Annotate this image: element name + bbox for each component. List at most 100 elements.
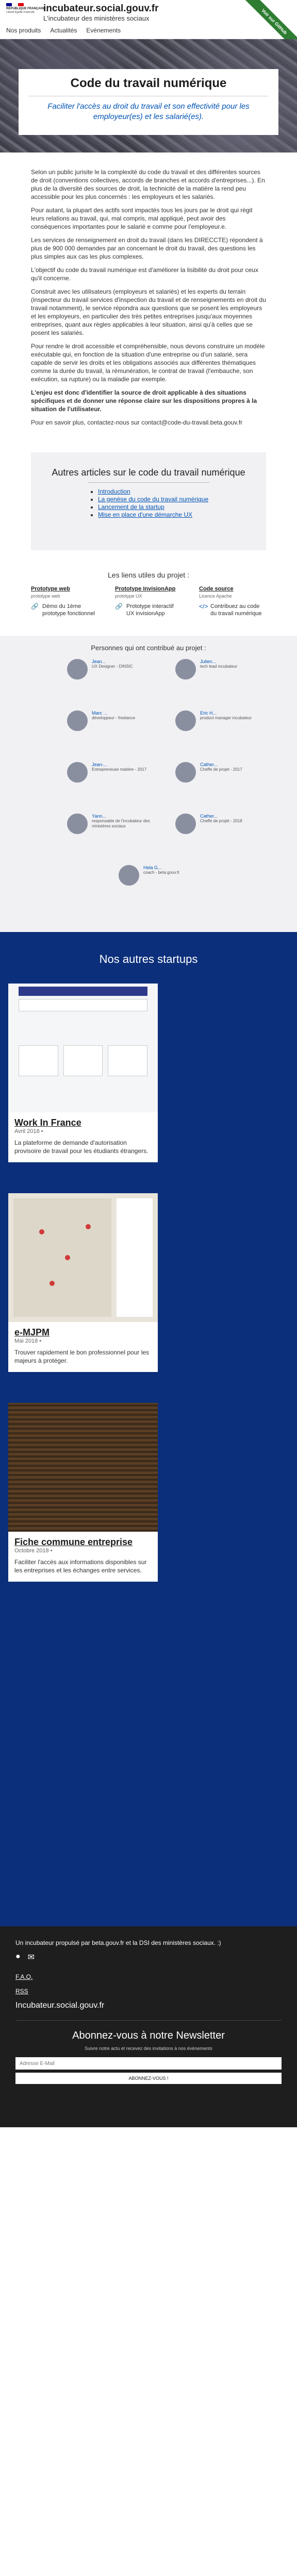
- link-icon: 🔗: [31, 603, 39, 610]
- useful-links: Les liens utiles du projet : Prototype w…: [0, 561, 297, 628]
- page-title: Code du travail numérique: [70, 76, 227, 90]
- contributor-role: product manager incubateur: [200, 716, 252, 720]
- contributor-name[interactable]: Marc ...: [92, 710, 135, 716]
- startup-title[interactable]: e-MJPM: [14, 1327, 152, 1338]
- contributor-name[interactable]: Jean-...: [92, 762, 146, 767]
- avatar: [67, 710, 88, 731]
- contributors-title: Personnes qui ont contribué au projet :: [91, 644, 206, 652]
- subscribe-button[interactable]: ABONNEZ-VOUS !: [15, 2073, 282, 2084]
- intro-paragraph: Pour autant, la plupart des actifs sont …: [31, 207, 253, 230]
- footer-site: Incubateur.social.gouv.fr: [15, 2001, 105, 2010]
- nav-produits[interactable]: Nos produits: [6, 27, 41, 34]
- contributor-card[interactable]: Cather... Cheffe de projet - 2018: [175, 814, 263, 859]
- startups-title: Nos autres startups: [99, 953, 198, 965]
- contributor-card[interactable]: Julien... tech lead incubateur: [175, 659, 263, 704]
- site-footer: Un incubateur propulsé par beta.gouv.fr …: [0, 1926, 297, 2127]
- site-header: RÉPUBLIQUE FRANÇAISE Liberté Égalité Fra…: [0, 0, 297, 58]
- intro-paragraph: L'enjeu est donc d'identifier la source …: [31, 389, 257, 413]
- contributor-name[interactable]: Eric H...: [200, 710, 252, 716]
- republique-logo[interactable]: RÉPUBLIQUE FRANÇAISE Liberté Égalité Fra…: [6, 3, 45, 23]
- articles-title: Autres articles sur le code du travail n…: [52, 467, 245, 478]
- contributor-role: UX Designer - DINSIC: [92, 664, 133, 669]
- tool-desc: Démo du 1ème prototype fonctionnel: [42, 603, 95, 617]
- contact-paragraph[interactable]: Pour en savoir plus, contactez-nous sur …: [31, 418, 266, 427]
- tool-card[interactable]: Prototype web prototype web 🔗 Démo du 1èm…: [31, 585, 98, 617]
- contributor-role: développeur - freelance: [92, 716, 136, 720]
- contributor-card[interactable]: Eric H... product manager incubateur: [175, 710, 263, 756]
- faq-link[interactable]: F.A.Q.: [15, 1973, 32, 1980]
- page-subtitle: Faciliter l'accès au droit du travail et…: [47, 102, 250, 121]
- startup-title[interactable]: Work In France: [14, 1117, 152, 1128]
- startup-photo: [8, 1403, 158, 1532]
- contributor-name[interactable]: Jean...: [92, 659, 133, 664]
- intro-paragraph: Pour rendre le droit accessible et compr…: [31, 343, 265, 383]
- articles-list: Introduction La genèse du code du travai…: [98, 488, 251, 519]
- rss-link[interactable]: RSS: [15, 1988, 28, 1995]
- contributor-role: responsable de l'incubateur des ministèr…: [92, 819, 150, 828]
- tool-desc: Contribuez au code du travail numérique: [210, 603, 262, 617]
- social-icons: ● ✉: [15, 1952, 282, 1962]
- startup-desc: La plateforme de demande d'autorisation …: [14, 1139, 148, 1155]
- contributor-role: Cheffe de projet - 2018: [200, 819, 242, 823]
- avatar: [175, 814, 196, 834]
- github-icon[interactable]: ●: [15, 1952, 21, 1962]
- hero-banner: Code du travail numérique Faciliter l'ac…: [0, 39, 297, 152]
- intro-paragraph: L'objectif du code du travail numérique …: [31, 266, 258, 282]
- tools-title: Les liens utiles du projet :: [108, 571, 189, 579]
- contributor-card[interactable]: Cather... Cheffe de projet - 2017: [175, 762, 263, 807]
- avatar: [175, 659, 196, 680]
- startup-date: Octobre 2018 •: [14, 1548, 53, 1554]
- intro-paragraph: Construit avec les utilisateurs (employe…: [31, 288, 266, 336]
- mail-icon[interactable]: ✉: [28, 1952, 35, 1962]
- contributor-card[interactable]: Jean-... Entrepreneuse matière - 2017: [67, 762, 155, 807]
- tool-meta: Licence Apache: [199, 594, 232, 599]
- contributor-card[interactable]: Marc ... développeur - freelance: [67, 710, 155, 756]
- article-link[interactable]: Lancement de la startup: [98, 503, 164, 511]
- avatar: [67, 659, 88, 680]
- contributors: Personnes qui ont contribué au projet : …: [0, 636, 297, 932]
- footer-credit: Un incubateur propulsé par beta.gouv.fr …: [15, 1939, 221, 1946]
- nav-actualites[interactable]: Actualités: [50, 27, 77, 34]
- tool-meta: prototype web: [31, 594, 60, 599]
- contributor-name[interactable]: Julien...: [200, 659, 237, 664]
- avatar: [67, 762, 88, 783]
- startup-desc: Trouver rapidement le bon professionnel …: [14, 1349, 150, 1364]
- article-link[interactable]: La genèse du code du travail numérique: [98, 496, 208, 503]
- contributor-card[interactable]: Jean... UX Designer - DINSIC: [67, 659, 155, 704]
- startup-date: Avril 2018 •: [14, 1128, 43, 1134]
- contributor-name[interactable]: Cather...: [200, 762, 242, 767]
- contributor-role: coach - beta.gouv.fr: [143, 870, 180, 875]
- startup-card[interactable]: Work In France Avril 2018 • La plateform…: [8, 984, 158, 1162]
- email-field[interactable]: [15, 2057, 282, 2070]
- startup-card[interactable]: Fiche commune entreprise Octobre 2018 • …: [8, 1403, 158, 1582]
- tool-title[interactable]: Prototype InvisionApp: [115, 585, 182, 592]
- nav-evenements[interactable]: Evènements: [86, 27, 121, 34]
- main-nav: Nos produits Actualités Evènements: [6, 27, 121, 34]
- startup-title[interactable]: Fiche commune entreprise: [14, 1537, 152, 1548]
- article-link[interactable]: Mise en place d'une démarche UX: [98, 511, 192, 518]
- tool-title[interactable]: Prototype web: [31, 585, 98, 592]
- contributor-card[interactable]: Hela G... coach - beta.gouv.fr: [119, 865, 206, 910]
- tool-card[interactable]: Code source Licence Apache </> Contribuez…: [199, 585, 266, 617]
- contributor-role: Entrepreneuse matière - 2017: [92, 767, 147, 772]
- brand[interactable]: incubateur.social.gouv.fr L'incubateur d…: [43, 3, 158, 22]
- contributor-name[interactable]: Yann...: [92, 814, 155, 819]
- tool-title[interactable]: Code source: [199, 585, 266, 592]
- tools-grid: Prototype web prototype web 🔗 Démo du 1èm…: [31, 585, 266, 617]
- contributor-role: Cheffe de projet - 2017: [200, 767, 242, 772]
- intro-paragraph: Les services de renseignement en droit d…: [31, 236, 263, 260]
- related-articles: Autres articles sur le code du travail n…: [31, 452, 266, 550]
- startup-desc: Faciliter l'accès aux informations dispo…: [14, 1558, 147, 1574]
- startup-card[interactable]: e-MJPM Mai 2018 • Trouver rapidement le …: [8, 1193, 158, 1372]
- newsletter: Abonnez-vous à notre Newsletter Suivre n…: [15, 2020, 282, 2084]
- tool-card[interactable]: Prototype InvisionApp prototype UX 🔗 Prot…: [115, 585, 182, 617]
- contributor-role: tech lead incubateur: [200, 664, 238, 669]
- article-item: Mise en place d'une démarche UX: [98, 511, 251, 519]
- contributor-name[interactable]: Hela G...: [143, 865, 179, 870]
- contributor-card[interactable]: Yann... responsable de l'incubateur des m…: [67, 814, 155, 859]
- contributor-name[interactable]: Cather...: [200, 814, 242, 819]
- startup-screenshot: [8, 1193, 158, 1322]
- logo-motto: Liberté Égalité Fraternité: [6, 11, 35, 14]
- article-link[interactable]: Introduction: [98, 488, 130, 495]
- newsletter-title: Abonnez-vous à notre Newsletter: [72, 2030, 225, 2041]
